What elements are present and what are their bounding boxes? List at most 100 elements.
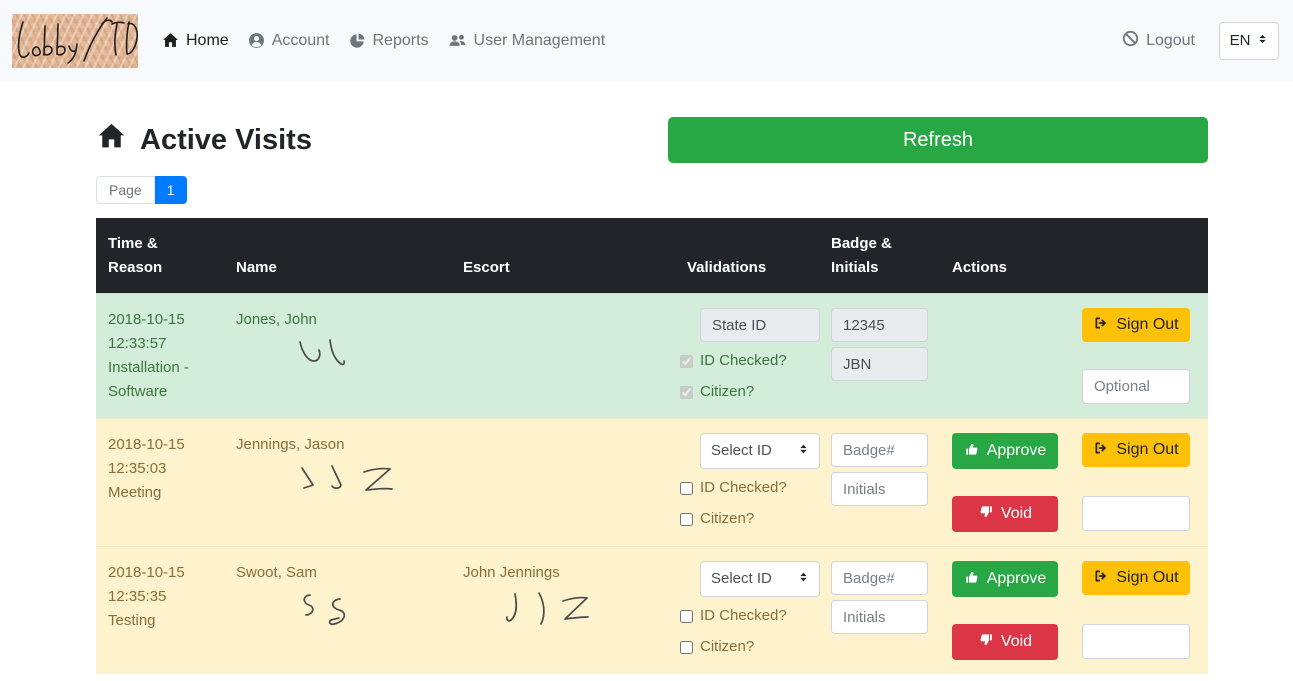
visitor-signature	[278, 589, 368, 643]
sign-out-icon	[1093, 315, 1109, 336]
sign-out-button[interactable]: Sign Out	[1082, 561, 1190, 595]
visitor-name: Jones, John	[236, 308, 439, 332]
title-row: Active Visits Refresh	[96, 117, 1208, 163]
header-validations: Validations	[675, 246, 819, 293]
optional-note-input[interactable]	[1082, 496, 1190, 531]
visit-reason: Testing	[108, 609, 212, 633]
caret-updown-icon	[798, 567, 809, 591]
top-navbar: Home Account Reports User Management Log…	[0, 0, 1293, 81]
id-checked-checkbox-input[interactable]	[680, 482, 693, 495]
main-nav: Home Account Reports User Management	[162, 32, 1122, 50]
thumbs-up-icon	[964, 569, 980, 590]
main-content: Active Visits Refresh Page 1 Time & Reas…	[96, 81, 1208, 674]
sign-out-label: Sign Out	[1116, 316, 1178, 334]
logout-label: Logout	[1146, 32, 1195, 50]
initials-display	[831, 347, 928, 381]
pagination-page-1[interactable]: 1	[155, 176, 187, 204]
person-circle-icon	[248, 32, 265, 49]
thumbs-down-icon	[978, 504, 994, 525]
active-visits-table: Time & Reason Name Escort Validations Ba…	[96, 218, 1208, 674]
citizen-checkbox[interactable]: Citizen?	[680, 507, 807, 531]
nav-item-home[interactable]: Home	[162, 32, 229, 50]
badge-input[interactable]	[831, 561, 928, 595]
initials-input[interactable]	[831, 600, 928, 634]
caret-updown-icon	[1257, 32, 1268, 49]
id-checked-label: ID Checked?	[700, 349, 787, 373]
header-escort: Escort	[451, 246, 675, 293]
nav-item-label: User Management	[474, 32, 606, 50]
visit-actions: Sign Out	[940, 293, 1208, 418]
logo-scribble-icon	[12, 14, 138, 68]
id-checked-checkbox[interactable]: ID Checked?	[680, 604, 807, 628]
optional-note-input[interactable]	[1082, 624, 1190, 659]
visit-validations: Select ID ID Checked? Citizen?	[675, 546, 819, 674]
approve-label: Approve	[987, 442, 1047, 460]
sign-out-button[interactable]: Sign Out	[1082, 433, 1190, 467]
visitor-signature	[286, 336, 376, 388]
visitor-name: Jennings, Jason	[236, 433, 439, 457]
visit-date: 2018-10-15	[108, 308, 212, 332]
language-value: EN	[1230, 32, 1251, 49]
header-actions: Actions	[940, 246, 1208, 293]
id-checked-label: ID Checked?	[700, 604, 787, 628]
void-button[interactable]: Void	[952, 496, 1058, 532]
visit-validations: Select ID ID Checked? Citizen?	[675, 418, 819, 546]
approve-button[interactable]: Approve	[952, 561, 1058, 597]
visit-escort	[451, 293, 675, 418]
refresh-button[interactable]: Refresh	[668, 117, 1208, 163]
citizen-label: Citizen?	[700, 507, 754, 531]
id-type-select-value: Select ID	[711, 567, 772, 591]
nav-item-user-management[interactable]: User Management	[448, 32, 606, 50]
nav-item-label: Reports	[373, 32, 429, 50]
home-icon	[162, 32, 179, 49]
visit-time: 12:35:03	[108, 457, 212, 481]
visit-row: 2018-10-15 12:35:35 Testing Swoot, Sam J…	[96, 546, 1208, 674]
logout-button[interactable]: Logout	[1122, 30, 1195, 52]
table-header-row: Time & Reason Name Escort Validations Ba…	[96, 218, 1208, 293]
citizen-checkbox-input[interactable]	[680, 513, 693, 526]
home-icon	[96, 122, 127, 159]
users-icon	[448, 32, 467, 49]
id-type-select[interactable]: Select ID	[700, 561, 820, 597]
sign-out-label: Sign Out	[1116, 441, 1178, 459]
pagination: Page 1	[96, 176, 187, 204]
sign-out-button[interactable]: Sign Out	[1082, 308, 1190, 342]
visit-name: Jennings, Jason	[224, 418, 451, 546]
approve-label: Approve	[987, 570, 1047, 588]
sign-out-icon	[1093, 568, 1109, 589]
nav-item-account[interactable]: Account	[248, 32, 330, 50]
initials-input[interactable]	[831, 472, 928, 506]
visit-row: 2018-10-15 12:33:57 Installation - Softw…	[96, 293, 1208, 418]
visitor-name: Swoot, Sam	[236, 561, 439, 585]
id-type-select-value: Select ID	[711, 439, 772, 463]
app-logo[interactable]	[12, 14, 138, 68]
visit-escort: John Jennings	[451, 546, 675, 674]
visit-name: Swoot, Sam	[224, 546, 451, 674]
nav-item-label: Home	[186, 32, 229, 50]
id-checked-checkbox: ID Checked?	[680, 349, 807, 373]
pagination-label: Page	[96, 176, 155, 204]
id-checked-checkbox[interactable]: ID Checked?	[680, 476, 807, 500]
visit-actions: Approve Sign Out Void	[940, 546, 1208, 674]
optional-note-input[interactable]	[1082, 369, 1190, 404]
header-time-reason: Time & Reason	[96, 222, 224, 293]
citizen-checkbox-input[interactable]	[680, 641, 693, 654]
visitor-signature	[294, 461, 434, 507]
sign-out-icon	[1093, 440, 1109, 461]
id-checked-checkbox-input	[680, 355, 693, 368]
void-button[interactable]: Void	[952, 624, 1058, 660]
badge-input[interactable]	[831, 433, 928, 467]
escort-name: John Jennings	[463, 561, 663, 585]
visit-reason: Installation - Software	[108, 356, 212, 404]
void-label: Void	[1001, 505, 1032, 523]
id-type-select[interactable]: Select ID	[700, 433, 820, 469]
nav-item-reports[interactable]: Reports	[349, 32, 429, 50]
citizen-checkbox[interactable]: Citizen?	[680, 635, 807, 659]
visit-time-reason: 2018-10-15 12:33:57 Installation - Softw…	[96, 293, 224, 418]
page-title: Active Visits	[96, 122, 312, 159]
visit-escort	[451, 418, 675, 546]
visit-time: 12:33:57	[108, 332, 212, 356]
id-checked-checkbox-input[interactable]	[680, 610, 693, 623]
language-select[interactable]: EN	[1219, 22, 1279, 60]
approve-button[interactable]: Approve	[952, 433, 1058, 469]
